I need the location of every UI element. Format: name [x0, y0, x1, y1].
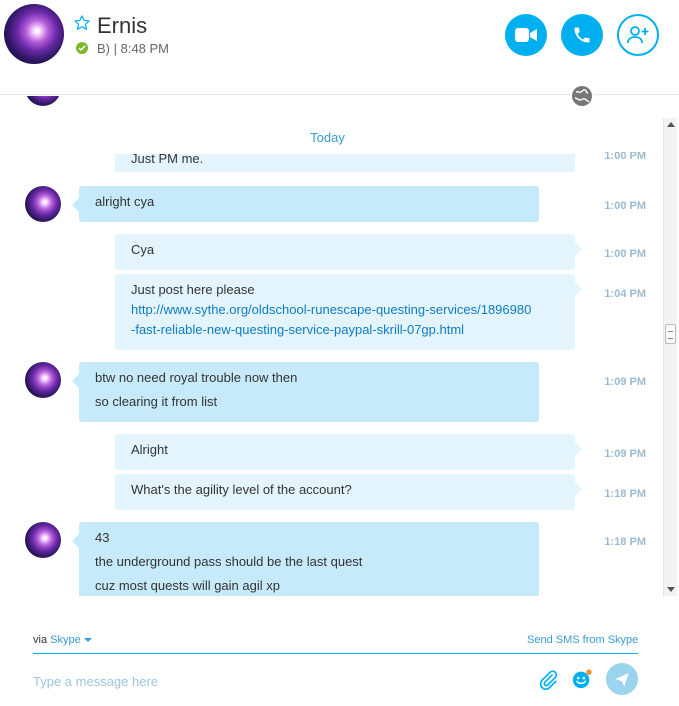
message-line: 43	[95, 530, 110, 545]
message-timestamp: 1:09 PM	[604, 376, 646, 388]
voice-call-icon	[574, 27, 590, 43]
via-service[interactable]: Skype	[50, 634, 81, 646]
paperclip-icon[interactable]	[537, 669, 559, 691]
send-icon	[615, 673, 629, 687]
emoticon-icon[interactable]	[571, 668, 593, 690]
scroll-up-arrow[interactable]	[667, 122, 675, 127]
message-line: What's the agility level of the account?	[131, 482, 352, 497]
star-icon[interactable]	[73, 14, 91, 32]
message-line: Alright	[131, 442, 168, 457]
voice-call-button[interactable]	[561, 14, 603, 56]
skype-chat-window: Ernis B) | 8:48 PM Today Just PM me. 1:0…	[0, 0, 679, 706]
message-bubble: Alright	[115, 434, 582, 470]
message-line: cuz most quests will gain agil xp	[95, 578, 280, 593]
day-separator: Today	[310, 130, 345, 145]
message-link[interactable]: http://www.sythe.org/oldschool-runescape…	[131, 300, 559, 340]
scroll-down-arrow[interactable]	[667, 587, 675, 592]
message-bubble: btw no need royal trouble now then so cl…	[72, 362, 539, 422]
via-selector[interactable]: via Skype	[33, 634, 92, 646]
message-bubble: Just post here please http://www.sythe.o…	[115, 274, 582, 350]
message-line: Just post here please	[131, 282, 255, 297]
message-line: so clearing it from list	[95, 394, 218, 409]
video-call-icon	[515, 28, 537, 42]
message-timestamp: 1:18 PM	[604, 488, 646, 500]
message-bubble: 43 the underground pass should be the la…	[72, 522, 539, 596]
message-timestamp: 1:00 PM	[604, 200, 646, 212]
message-timestamp: 1:00 PM	[604, 248, 646, 260]
message-timestamp: 1:09 PM	[604, 448, 646, 460]
message-bubble: What's the agility level of the account?	[115, 474, 582, 510]
message-bubble: Just PM me.	[115, 154, 575, 172]
video-call-button[interactable]	[505, 14, 547, 56]
message-bubble: Cya	[115, 234, 582, 270]
message-link-line[interactable]: -fast-reliable-new-questing-service-payp…	[131, 320, 559, 340]
presence-icon	[76, 42, 88, 54]
send-button[interactable]	[606, 663, 638, 695]
compose-divider	[33, 653, 638, 654]
message-line: the underground pass should be the last …	[95, 554, 363, 569]
message-line: alright cya	[95, 194, 155, 209]
add-people-button[interactable]	[617, 14, 659, 56]
contact-avatar[interactable]	[4, 4, 64, 64]
mood-message: B) | 8:48 PM	[97, 41, 170, 56]
avatar	[25, 186, 61, 222]
message-input[interactable]	[33, 670, 513, 692]
message-link-line[interactable]: http://www.sythe.org/oldschool-runescape…	[131, 300, 559, 320]
chevron-down-icon[interactable]	[83, 638, 92, 643]
via-prefix: via	[33, 634, 48, 646]
message-timestamp: 1:18 PM	[604, 536, 646, 548]
message-line: btw no need royal trouble now then	[95, 370, 298, 385]
avatar	[25, 522, 61, 558]
message-line: Cya	[131, 242, 155, 257]
avatar	[25, 96, 61, 106]
send-sms-link[interactable]: Send SMS from Skype	[527, 634, 638, 646]
message-bubble: alright cya	[72, 186, 539, 222]
message-list[interactable]: Today Just PM me. 1:00 PM alright cya 1:…	[0, 96, 679, 596]
add-contact-icon	[627, 26, 649, 44]
conversation-header: Ernis B) | 8:48 PM	[0, 0, 679, 95]
vertical-scrollbar[interactable]	[663, 118, 677, 596]
message-timestamp: 1:04 PM	[604, 288, 646, 300]
avatar	[25, 362, 61, 398]
scroll-thumb[interactable]	[665, 324, 676, 344]
contact-name[interactable]: Ernis	[97, 13, 147, 39]
message-timestamp: 1:00 PM	[604, 152, 646, 160]
